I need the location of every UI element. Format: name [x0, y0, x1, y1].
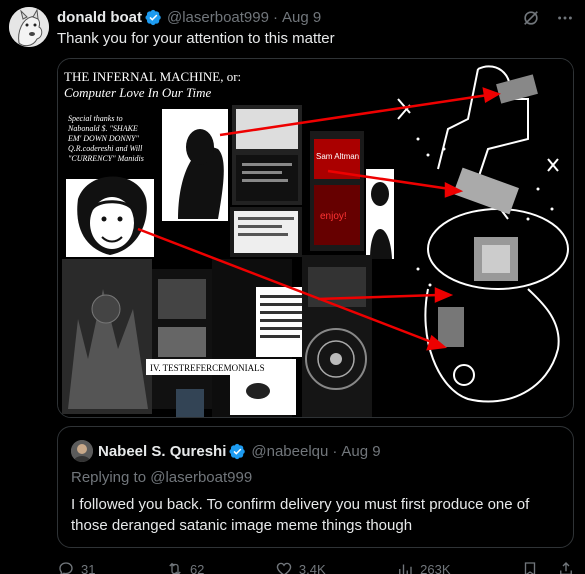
- tweet-timestamp[interactable]: Aug 9: [282, 9, 321, 26]
- separator-dot: ·: [272, 8, 278, 26]
- views-button[interactable]: 263K: [396, 560, 451, 574]
- quote-author-handle[interactable]: @nabeelqu: [251, 443, 328, 460]
- replying-to-prefix: Replying to: [71, 469, 147, 486]
- image-title-line2: Computer Love In Our Time: [64, 85, 212, 100]
- quote-author-name[interactable]: Nabeel S. Qureshi: [98, 443, 226, 460]
- tweet-action-bar: 31 62 3.4K 263K: [57, 559, 575, 574]
- verified-badge-icon[interactable]: [145, 9, 162, 26]
- quote-timestamp[interactable]: Aug 9: [341, 443, 380, 460]
- image-testref-label: IV. TESTREFERCEMONIALS: [150, 363, 265, 373]
- repost-count: 62: [189, 561, 205, 574]
- views-chart-icon: [399, 564, 412, 574]
- quote-header: Nabeel S. Qureshi @nabeelqu · Aug 9: [71, 440, 381, 462]
- reply-count: 31: [81, 561, 96, 574]
- quoted-tweet[interactable]: Nabeel S. Qureshi @nabeelqu · Aug 9 Repl…: [57, 426, 574, 548]
- tweet-header: donald boat @laserboat999 · Aug 9: [57, 7, 321, 27]
- heart-icon: [276, 562, 292, 574]
- bookmark-button[interactable]: [521, 560, 539, 574]
- svg-text:enjoy!: enjoy!: [320, 211, 347, 222]
- secondary-actions: [521, 560, 575, 574]
- author-name[interactable]: donald boat: [57, 9, 142, 26]
- repost-button[interactable]: 62: [166, 560, 204, 574]
- image-thanks-line1: Special thanks to: [68, 114, 123, 123]
- more-options-icon[interactable]: [555, 8, 575, 28]
- image-thanks-line3: EM' DOWN DONNY": [67, 134, 139, 143]
- image-thanks-line4: Q.R.codereshi and Will: [68, 144, 143, 153]
- verified-badge-icon[interactable]: [229, 443, 246, 460]
- share-button[interactable]: [557, 560, 575, 574]
- image-sam-label: Sam Altman: [316, 152, 359, 161]
- quote-author-avatar[interactable]: [71, 440, 93, 462]
- tweet-media-image[interactable]: THE INFERNAL MACHINE, or: Computer Love …: [57, 58, 574, 418]
- separator-dot: ·: [332, 442, 338, 460]
- reply-button[interactable]: 31: [57, 560, 95, 574]
- replying-to-mention[interactable]: @laserboat999: [150, 469, 252, 486]
- grok-icon[interactable]: [521, 8, 541, 28]
- quote-text: I followed you back. To confirm delivery…: [71, 496, 530, 534]
- tweet-text: Thank you for your attention to this mat…: [57, 30, 335, 47]
- views-count: 263K: [420, 561, 451, 574]
- author-handle[interactable]: @laserboat999: [167, 9, 269, 26]
- image-title-line1: THE INFERNAL MACHINE, or:: [64, 69, 241, 84]
- image-thanks-line2: Nabonald $. "SHAKE: [67, 124, 138, 133]
- image-thanks-line5: "CURRENCY" Manidis: [68, 154, 144, 163]
- bookmark-icon: [524, 562, 536, 574]
- repost-icon: [169, 562, 181, 574]
- tweet-top-actions: [521, 8, 575, 28]
- author-avatar[interactable]: [9, 7, 49, 47]
- replying-to: Replying to @laserboat999: [71, 469, 252, 486]
- reply-icon: [59, 562, 73, 574]
- like-button[interactable]: 3.4K: [275, 560, 326, 574]
- share-icon: [560, 562, 572, 574]
- like-count: 3.4K: [298, 561, 326, 574]
